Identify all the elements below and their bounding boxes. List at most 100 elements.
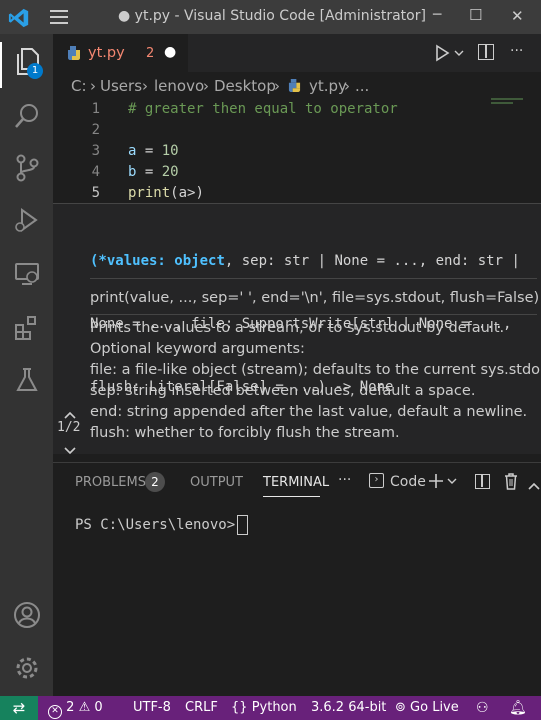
code-line[interactable]: 2 xyxy=(53,120,541,141)
doc-line: flush: whether to forcibly flush the str… xyxy=(90,425,400,441)
run-debug-icon[interactable] xyxy=(11,204,42,235)
terminal-prompt: PS C:\Users\lenovo> xyxy=(75,517,236,533)
line-number: 5 xyxy=(91,185,100,201)
split-terminal-icon[interactable] xyxy=(475,474,490,489)
notifications-bell-icon[interactable]: 🔔︎ xyxy=(509,696,527,720)
breadcrumb-item[interactable]: Desktop xyxy=(214,77,276,95)
breadcrumb-item[interactable]: yt.py xyxy=(309,77,347,95)
close-button[interactable]: ✕ xyxy=(511,7,524,25)
extensions-icon[interactable] xyxy=(11,312,42,343)
tab-yt-py[interactable]: yt.py 2 ● xyxy=(53,34,188,73)
tab-output[interactable]: OUTPUT xyxy=(190,475,243,490)
settings-gear-icon[interactable] xyxy=(11,652,42,683)
code-text: b = 20 xyxy=(128,164,179,180)
minimap[interactable] xyxy=(491,98,531,203)
update-badge: 1 xyxy=(27,63,43,79)
terminal-cursor[interactable] xyxy=(237,515,248,535)
active-indicator xyxy=(0,42,2,88)
line-number: 2 xyxy=(91,122,100,138)
breadcrumb-separator: › xyxy=(142,77,148,95)
error-icon: ✕ xyxy=(48,705,62,719)
broadcast-icon: ⊚ xyxy=(395,700,406,715)
accounts-icon[interactable] xyxy=(11,599,42,630)
breadcrumb-item[interactable]: lenovo xyxy=(154,77,204,95)
feedback-icon[interactable]: ⚇ xyxy=(476,696,489,720)
editor-tab-bar: yt.py 2 ● ··· xyxy=(53,34,541,73)
breadcrumb-separator: › xyxy=(90,77,96,95)
overload-counter: 1/2 xyxy=(57,420,81,435)
terminal-name[interactable]: Code xyxy=(390,474,426,490)
breadcrumb: C: › Users › lenovo › Desktop › yt.py › … xyxy=(53,72,541,99)
remote-explorer-icon[interactable] xyxy=(11,258,42,289)
run-button[interactable] xyxy=(435,44,465,66)
code-line[interactable]: 4 b = 20 xyxy=(53,162,541,183)
active-tab-underline xyxy=(263,496,320,497)
python-file-icon xyxy=(67,45,81,61)
menu-icon[interactable] xyxy=(50,10,68,24)
go-live-label: Go Live xyxy=(410,700,459,715)
unsaved-dot-icon[interactable]: ● xyxy=(164,44,176,60)
code-editor[interactable]: 1 # greater then equal to operator 2 3 a… xyxy=(53,98,541,204)
play-icon xyxy=(436,44,464,62)
activity-bar: 1 xyxy=(0,34,53,696)
bottom-panel: PROBLEMS 2 OUTPUT TERMINAL ··· › Code PS… xyxy=(53,462,541,697)
interpreter-status[interactable]: 3.6.2 64-bit xyxy=(311,696,386,720)
doc-line: file: a file-like object (stream); defau… xyxy=(90,362,541,378)
language-status[interactable]: {} Python xyxy=(231,696,297,720)
problems-status[interactable]: ✕ 2 ⚠ 0 xyxy=(48,696,103,720)
search-icon[interactable] xyxy=(11,100,42,131)
remote-icon: ⇄ xyxy=(12,699,26,717)
doc-line: Optional keyword arguments: xyxy=(90,341,305,357)
error-count: 2 xyxy=(66,700,75,715)
doc-line: sep: string inserted between values, def… xyxy=(90,383,476,399)
signature-line: (*values: object, sep: str | None = ...,… xyxy=(90,253,520,269)
remote-indicator[interactable]: ⇄ xyxy=(0,696,38,720)
source-control-icon[interactable] xyxy=(11,152,42,183)
language-label: Python xyxy=(251,700,297,715)
maximize-button[interactable]: ☐ xyxy=(469,6,482,24)
vscode-logo-icon[interactable] xyxy=(8,7,30,29)
terminal-shell-icon: › xyxy=(369,473,384,488)
eol-status[interactable]: CRLF xyxy=(185,696,218,720)
divider xyxy=(90,278,537,279)
encoding-status[interactable]: UTF-8 xyxy=(133,696,171,720)
tab-problems[interactable]: PROBLEMS xyxy=(75,475,146,490)
overload-down-icon[interactable] xyxy=(64,440,76,459)
trash-icon[interactable] xyxy=(504,473,518,494)
plus-icon xyxy=(429,474,457,488)
breadcrumb-item[interactable]: ... xyxy=(355,77,369,95)
more-actions-icon[interactable]: ··· xyxy=(510,43,523,59)
code-line-active[interactable]: 5 print(a>) xyxy=(53,183,541,204)
code-text: # greater then equal to operator xyxy=(128,101,398,117)
window-title: ● yt.py - Visual Studio Code [Administra… xyxy=(118,8,426,24)
maximize-panel-icon[interactable] xyxy=(528,475,540,494)
warning-count: 0 xyxy=(94,700,103,715)
line-number: 4 xyxy=(91,164,100,180)
code-text: print(a>) xyxy=(128,185,204,201)
split-editor-icon[interactable] xyxy=(478,44,494,60)
new-terminal-button[interactable] xyxy=(428,473,458,493)
tab-problem-count: 2 xyxy=(146,46,155,61)
testing-flask-icon[interactable] xyxy=(11,364,42,395)
status-bar: ⇄ ✕ 2 ⚠ 0 UTF-8 CRLF {} Python 3.6.2 64-… xyxy=(0,696,541,720)
code-line[interactable]: 3 a = 10 xyxy=(53,141,541,162)
breadcrumb-separator: › xyxy=(344,77,350,95)
code-line[interactable]: 1 # greater then equal to operator xyxy=(53,99,541,120)
explorer-icon[interactable]: 1 xyxy=(11,46,43,79)
minimize-button[interactable]: ─ xyxy=(433,7,441,23)
breadcrumb-separator: › xyxy=(203,77,209,95)
tab-terminal[interactable]: TERMINAL xyxy=(263,475,329,490)
code-text: a = 10 xyxy=(128,143,179,159)
go-live-button[interactable]: ⊚ Go Live xyxy=(395,696,459,720)
warning-icon: ⚠ xyxy=(78,700,91,715)
panel-more-icon[interactable]: ··· xyxy=(338,472,351,488)
call-signature: print(value, ..., sep=' ', end='\n', fil… xyxy=(90,290,540,306)
python-file-icon xyxy=(288,78,301,97)
divider xyxy=(90,314,537,315)
doc-line: end: string appended after the last valu… xyxy=(90,404,528,420)
breadcrumb-item[interactable]: C: xyxy=(71,77,87,95)
breadcrumb-separator: › xyxy=(274,77,280,95)
title-bar: ● yt.py - Visual Studio Code [Administra… xyxy=(0,0,541,34)
doc-line: Prints the values to a stream, or to sys… xyxy=(90,320,505,336)
breadcrumb-item[interactable]: Users xyxy=(100,77,142,95)
